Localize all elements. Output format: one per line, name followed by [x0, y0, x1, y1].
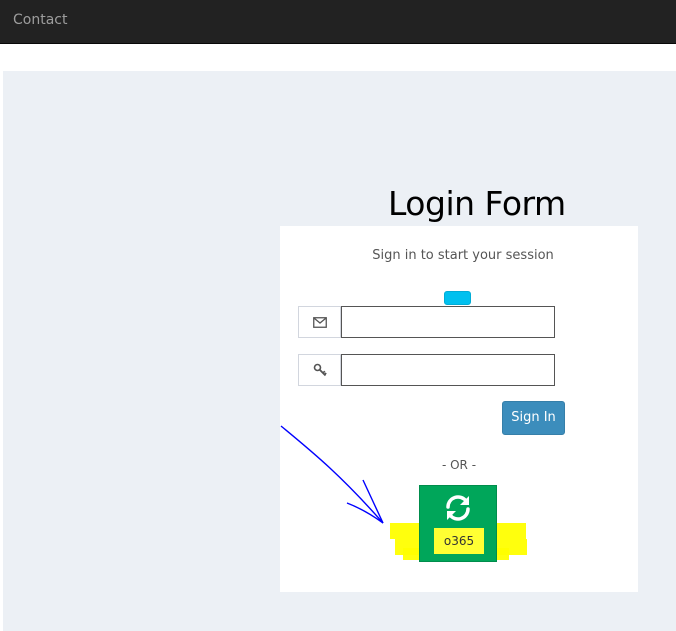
alert-chip	[444, 291, 471, 305]
refresh-icon	[446, 495, 470, 521]
envelope-icon	[298, 306, 341, 338]
left-edge-strip	[0, 132, 3, 198]
or-divider: - OR -	[441, 458, 477, 472]
password-field[interactable]	[341, 354, 555, 386]
top-navbar: Contact	[0, 0, 676, 44]
email-field[interactable]	[341, 306, 555, 338]
login-box: Sign in to start your session Sign In - …	[280, 226, 638, 592]
page-title: Login Form	[388, 184, 566, 223]
key-icon	[298, 354, 341, 386]
nav-link-contact[interactable]: Contact	[13, 12, 67, 28]
login-box-message: Sign in to start your session	[372, 248, 554, 263]
password-row	[298, 354, 555, 386]
o365-label: o365	[434, 528, 484, 554]
sign-in-button[interactable]: Sign In	[502, 401, 565, 435]
email-row	[298, 306, 555, 338]
o365-login-button[interactable]: o365	[419, 485, 497, 562]
